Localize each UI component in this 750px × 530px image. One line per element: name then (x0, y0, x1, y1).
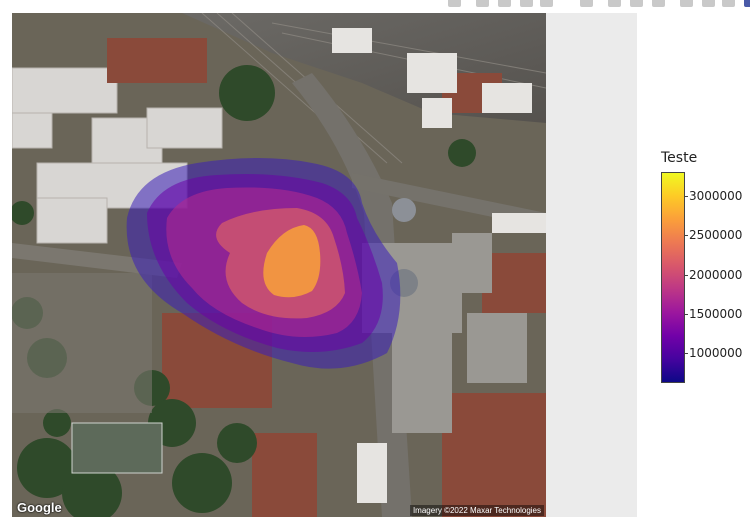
pan-icon[interactable] (498, 0, 511, 7)
hover-compare-icon[interactable] (722, 0, 735, 7)
tank (392, 198, 416, 222)
colorbar-tick-label: 2500000 (684, 229, 742, 241)
google-logo: Google (17, 500, 62, 515)
box-select-icon[interactable] (520, 0, 533, 7)
satellite-map[interactable]: Google Imagery ©2022 Maxar Technologies (12, 13, 546, 517)
lasso-icon[interactable] (540, 0, 553, 7)
colorbar-title: Teste (661, 150, 698, 166)
colorbar (661, 172, 685, 383)
map-attribution[interactable]: Imagery ©2022 Maxar Technologies (409, 505, 544, 516)
toggle-spike-icon[interactable] (680, 0, 693, 7)
reset-axes-icon[interactable] (652, 0, 665, 7)
colorbar-tick-label: 3000000 (684, 190, 742, 202)
map-svg (12, 13, 546, 517)
colorbar-tick-label: 1000000 (684, 347, 742, 359)
autoscale-icon[interactable] (630, 0, 643, 7)
colorbar-tick-label: 2000000 (684, 269, 742, 281)
modebar (440, 0, 750, 10)
zoom-in-icon[interactable] (580, 0, 593, 7)
plotly-logo-icon[interactable] (744, 0, 750, 7)
parking-lot (12, 273, 152, 413)
colorbar-tick-label: 1500000 (684, 308, 742, 320)
zoom-out-icon[interactable] (608, 0, 621, 7)
sports-court (71, 422, 163, 474)
zoom-icon[interactable] (476, 0, 489, 7)
hover-closest-icon[interactable] (702, 0, 715, 7)
camera-icon[interactable] (448, 0, 461, 7)
